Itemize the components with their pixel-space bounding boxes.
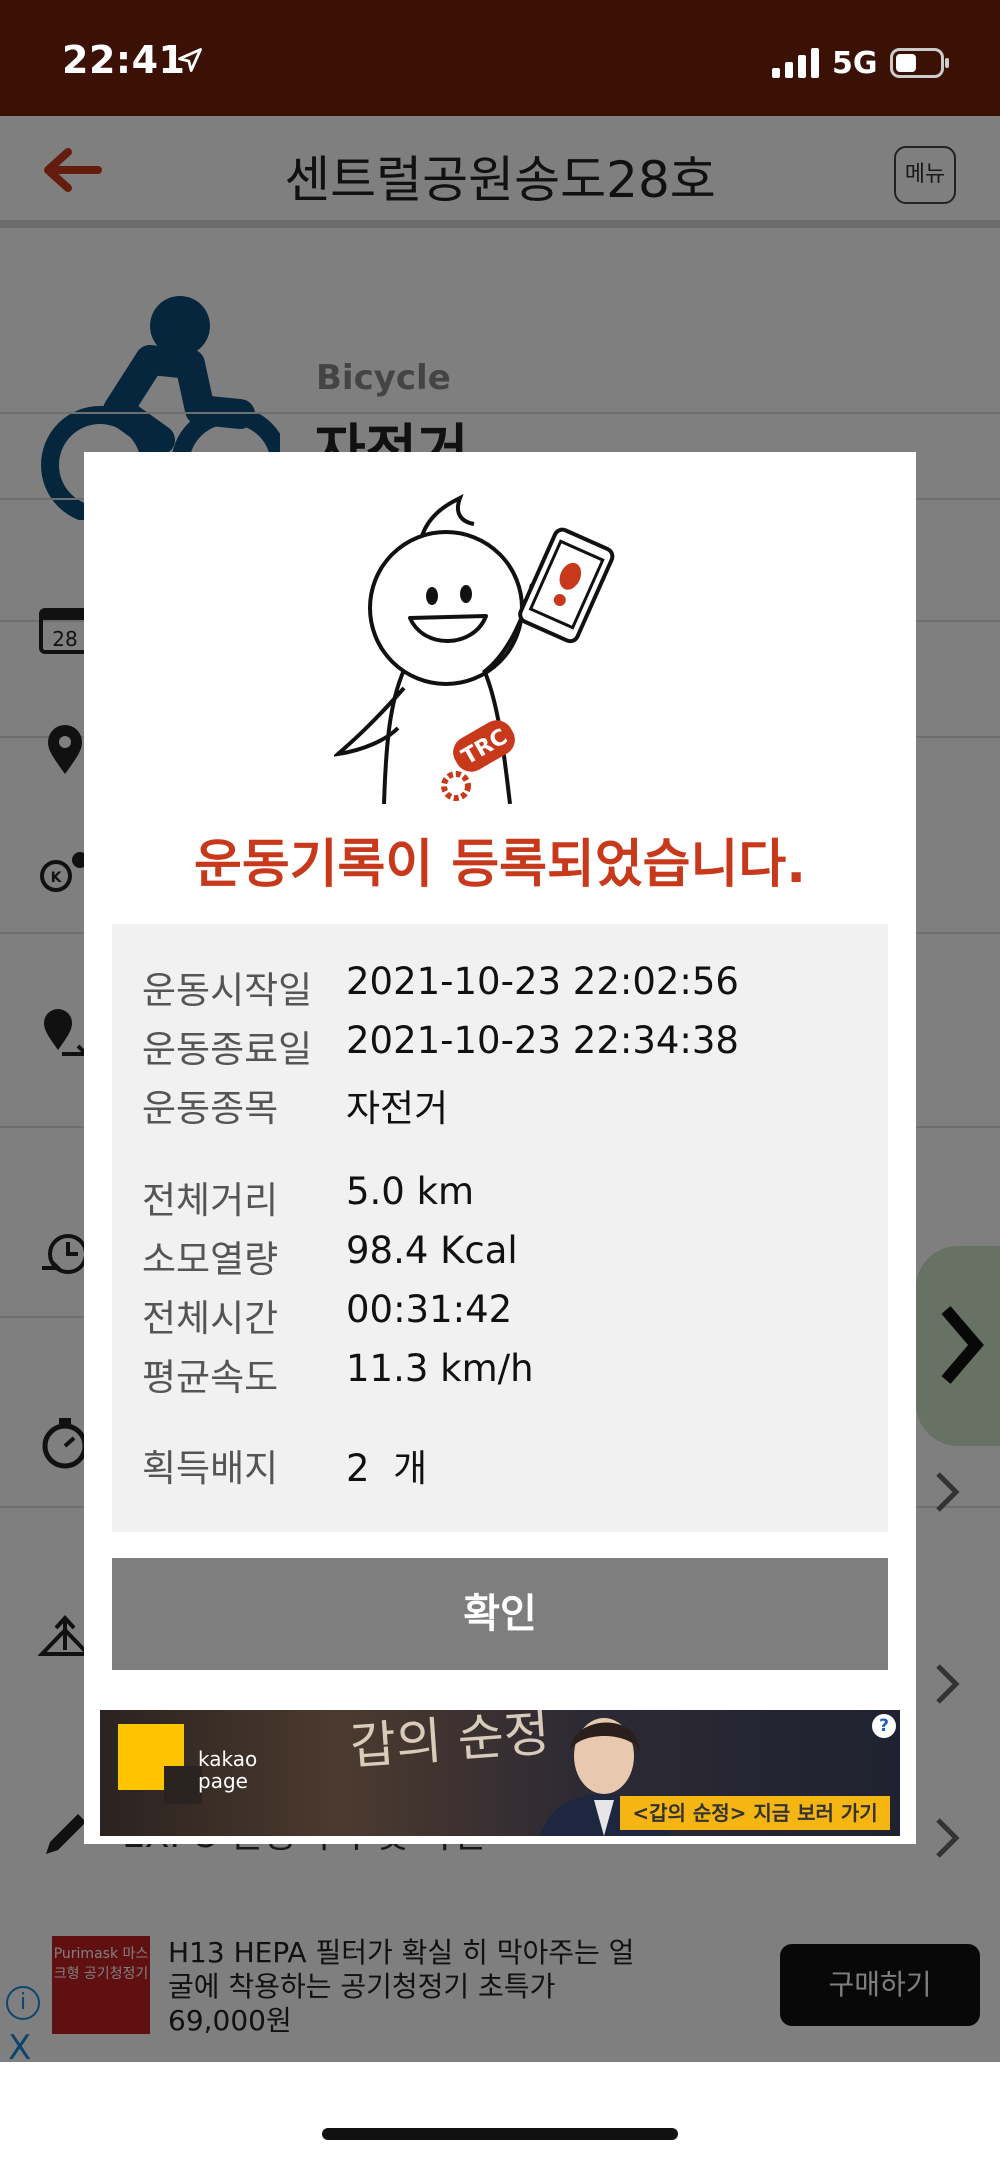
status-time: 22:41 [62,38,186,82]
info-row-end: 운동종료일 2021-10-23 22:34:38 [112,1019,888,1079]
info-label: 소모열량 [142,1238,279,1281]
ad-brand-name: kakao page [198,1747,258,1793]
dialog-title: 운동기록이 등록되었습니다. [194,835,806,895]
status-bar: 22:41 5G [0,0,1000,116]
info-value: 98.4 Kcal [346,1229,518,1272]
workout-summary-panel: 운동시작일 2021-10-23 22:02:56 운동종료일 2021-10-… [112,924,888,1532]
confirm-button[interactable]: 확인 [112,1558,888,1670]
home-indicator[interactable] [322,2128,678,2140]
kakao-page-logo [118,1724,202,1804]
info-label: 평균속도 [142,1356,279,1399]
location-arrow-icon [178,48,202,72]
info-label: 운동종목 [142,1087,279,1130]
info-value: 2 개 [346,1447,428,1490]
ad-help-icon[interactable]: ? [872,1714,896,1738]
info-row-start: 운동시작일 2021-10-23 22:02:56 [112,960,888,1020]
info-label: 운동종료일 [142,1028,313,1071]
info-row-avg-speed: 평균속도 11.3 km/h [112,1347,888,1407]
kakao-page-ad-banner[interactable]: kakao page 갑의 순정 <갑의 순정> 지금 보러 가기 ? [100,1710,900,1836]
mascot-illustration: TRC [334,493,615,804]
info-label: 운동시작일 [142,969,313,1012]
network-type: 5G [832,46,878,81]
info-row-distance: 전체거리 5.0 km [112,1170,888,1230]
info-row-sport: 운동종목 자전거 [112,1078,888,1138]
info-value: 11.3 km/h [346,1347,534,1390]
info-row-calories: 소모열량 98.4 Kcal [112,1229,888,1289]
info-label: 전체시간 [142,1297,279,1340]
info-label: 획득배지 [142,1447,279,1490]
info-value: 2021-10-23 22:02:56 [346,960,739,1003]
record-saved-dialog: TRC 운동기록이 등록되었습니다. 운동시작일 2021-10-23 22:0… [84,452,916,1844]
info-label: 전체거리 [142,1179,279,1222]
info-value: 5.0 km [346,1170,475,1213]
info-row-badges: 획득배지 2 개 [112,1438,888,1498]
ad-cta-button[interactable]: <갑의 순정> 지금 보러 가기 [620,1796,890,1830]
cellular-signal-icon [772,48,819,78]
info-value: 자전거 [346,1087,449,1130]
battery-icon [890,48,949,78]
home-indicator-area [0,2062,1000,2164]
info-value: 2021-10-23 22:34:38 [346,1019,739,1062]
info-value: 00:31:42 [346,1288,513,1331]
info-row-duration: 전체시간 00:31:42 [112,1288,888,1348]
